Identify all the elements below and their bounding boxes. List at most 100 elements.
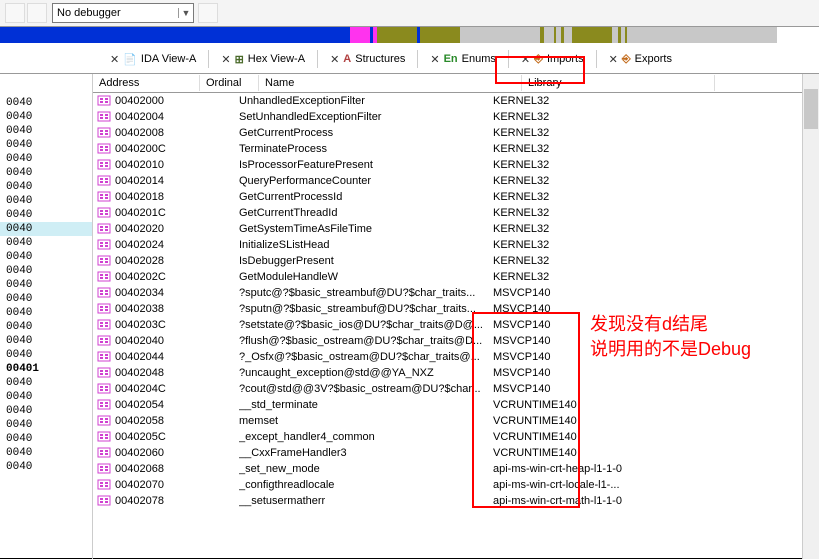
tab-imports[interactable]: ✕⎆Imports [513, 51, 592, 68]
import-row[interactable]: 00402004SetUnhandledExceptionFilterKERNE… [93, 109, 819, 125]
sidebar-address[interactable]: 00401 [0, 362, 92, 376]
sidebar-address[interactable]: 0040 [0, 110, 92, 124]
cell-library: KERNEL32 [493, 255, 673, 267]
cell-address: 00402020 [115, 223, 193, 235]
sidebar-address[interactable]: 0040 [0, 236, 92, 250]
tab-label: Structures [355, 53, 405, 65]
sidebar-address[interactable]: 0040 [0, 376, 92, 390]
address-sidebar: 0040004000400040004000400040004000400040… [0, 74, 93, 559]
tab-close-icon[interactable]: ✕ [221, 53, 230, 66]
sidebar-address[interactable]: 0040 [0, 222, 92, 236]
nav-segment[interactable] [460, 27, 540, 43]
sidebar-address[interactable]: 0040 [0, 334, 92, 348]
nav-segment[interactable] [350, 27, 370, 43]
vertical-scrollbar[interactable] [802, 74, 819, 559]
sidebar-address[interactable]: 0040 [0, 166, 92, 180]
sidebar-address[interactable]: 0040 [0, 446, 92, 460]
nav-segment[interactable] [0, 27, 340, 43]
tab-label: Hex View-A [248, 53, 305, 65]
sidebar-address[interactable]: 0040 [0, 264, 92, 278]
import-row[interactable]: 00402008GetCurrentProcessKERNEL32 [93, 125, 819, 141]
import-row[interactable]: 00402028IsDebuggerPresentKERNEL32 [93, 253, 819, 269]
tab-close-icon[interactable]: ✕ [430, 53, 439, 66]
scroll-thumb[interactable] [804, 89, 818, 129]
import-row[interactable]: 00402034?sputc@?$basic_streambuf@DU?$cha… [93, 285, 819, 301]
sidebar-address[interactable]: 0040 [0, 138, 92, 152]
col-name[interactable]: Name [259, 75, 522, 91]
sidebar-address[interactable]: 0040 [0, 250, 92, 264]
sidebar-address[interactable]: 0040 [0, 306, 92, 320]
sidebar-address[interactable]: 0040 [0, 152, 92, 166]
cell-name: _set_new_mode [239, 463, 493, 475]
nav-segment[interactable] [377, 27, 417, 43]
import-row[interactable]: 00402024InitializeSListHeadKERNEL32 [93, 237, 819, 253]
nav-segment[interactable] [420, 27, 460, 43]
sidebar-address[interactable]: 0040 [0, 404, 92, 418]
tab-close-icon[interactable]: ✕ [521, 53, 530, 66]
cell-address: 00402024 [115, 239, 193, 251]
import-row[interactable]: 0040204C?cout@std@@3V?$basic_ostream@DU?… [93, 381, 819, 397]
import-row[interactable]: 00402054__std_terminateVCRUNTIME140 [93, 397, 819, 413]
import-row[interactable]: 0040205C_except_handler4_commonVCRUNTIME… [93, 429, 819, 445]
col-library[interactable]: Library [522, 75, 715, 91]
import-row[interactable]: 00402068_set_new_modeapi-ms-win-crt-heap… [93, 461, 819, 477]
import-row[interactable]: 00402048?uncaught_exception@std@@YA_NXZM… [93, 365, 819, 381]
debugger-dropdown[interactable]: No debugger ▼ [52, 3, 194, 23]
tab-structures[interactable]: ✕AStructures [322, 51, 413, 68]
sidebar-address[interactable]: 0040 [0, 278, 92, 292]
sidebar-address[interactable]: 0040 [0, 460, 92, 474]
import-row[interactable]: 00402078__setusermatherrapi-ms-win-crt-m… [93, 493, 819, 509]
toolbar-btn-1[interactable] [5, 3, 25, 23]
sidebar-address[interactable]: 0040 [0, 208, 92, 222]
cell-address: 00402068 [115, 463, 193, 475]
tab-close-icon[interactable]: ✕ [330, 53, 339, 66]
sidebar-address[interactable]: 0040 [0, 432, 92, 446]
import-row[interactable]: 00402018GetCurrentProcessIdKERNEL32 [93, 189, 819, 205]
toolbar-btn-3[interactable] [198, 3, 218, 23]
import-row[interactable]: 00402010IsProcessorFeaturePresentKERNEL3… [93, 157, 819, 173]
cell-name: GetModuleHandleW [239, 271, 493, 283]
sidebar-address[interactable]: 0040 [0, 292, 92, 306]
cell-name: GetCurrentProcess [239, 127, 493, 139]
cell-address: 00402004 [115, 111, 193, 123]
import-icon [93, 479, 115, 490]
cell-address: 00402014 [115, 175, 193, 187]
navigation-band[interactable] [0, 27, 819, 43]
nav-segment[interactable] [340, 27, 350, 43]
toolbar-btn-2[interactable] [27, 3, 47, 23]
import-row[interactable]: 00402070_configthreadlocaleapi-ms-win-cr… [93, 477, 819, 493]
import-row[interactable]: 00402020GetSystemTimeAsFileTimeKERNEL32 [93, 221, 819, 237]
import-row[interactable]: 0040202CGetModuleHandleWKERNEL32 [93, 269, 819, 285]
tab-close-icon[interactable]: ✕ [609, 53, 618, 66]
sidebar-address[interactable]: 0040 [0, 124, 92, 138]
tab-exports[interactable]: ✕⎆Exports [601, 51, 680, 68]
import-row[interactable]: 00402058memsetVCRUNTIME140 [93, 413, 819, 429]
import-row[interactable]: 0040201CGetCurrentThreadIdKERNEL32 [93, 205, 819, 221]
import-row[interactable]: 00402000UnhandledExceptionFilterKERNEL32 [93, 93, 819, 109]
import-row[interactable]: 00402060__CxxFrameHandler3VCRUNTIME140 [93, 445, 819, 461]
tab-hex-view-a[interactable]: ✕⊞Hex View-A [213, 51, 313, 68]
sidebar-address[interactable]: 0040 [0, 390, 92, 404]
sidebar-address[interactable]: 0040 [0, 180, 92, 194]
tab-enums[interactable]: ✕EnEnums [422, 51, 504, 68]
tab-close-icon[interactable]: ✕ [110, 53, 119, 66]
dropdown-icon: ▼ [178, 8, 193, 18]
import-row[interactable]: 0040200CTerminateProcessKERNEL32 [93, 141, 819, 157]
sidebar-address[interactable]: 0040 [0, 194, 92, 208]
col-ordinal[interactable]: Ordinal [200, 75, 259, 91]
tab-ida-view-a[interactable]: ✕📄IDA View-A [102, 51, 204, 68]
sidebar-address[interactable]: 0040 [0, 96, 92, 110]
col-address[interactable]: Address [93, 75, 200, 91]
cell-address: 0040204C [115, 383, 193, 395]
sidebar-address[interactable]: 0040 [0, 418, 92, 432]
cell-library: api-ms-win-crt-math-l1-1-0 [493, 495, 673, 507]
nav-segment[interactable] [544, 27, 554, 43]
sidebar-address[interactable]: 0040 [0, 348, 92, 362]
import-row[interactable]: 00402014QueryPerformanceCounterKERNEL32 [93, 173, 819, 189]
import-icon [93, 111, 115, 122]
nav-segment[interactable] [627, 27, 777, 43]
nav-segment[interactable] [572, 27, 612, 43]
cell-library: KERNEL32 [493, 271, 673, 283]
nav-segment[interactable] [564, 27, 572, 43]
sidebar-address[interactable]: 0040 [0, 320, 92, 334]
